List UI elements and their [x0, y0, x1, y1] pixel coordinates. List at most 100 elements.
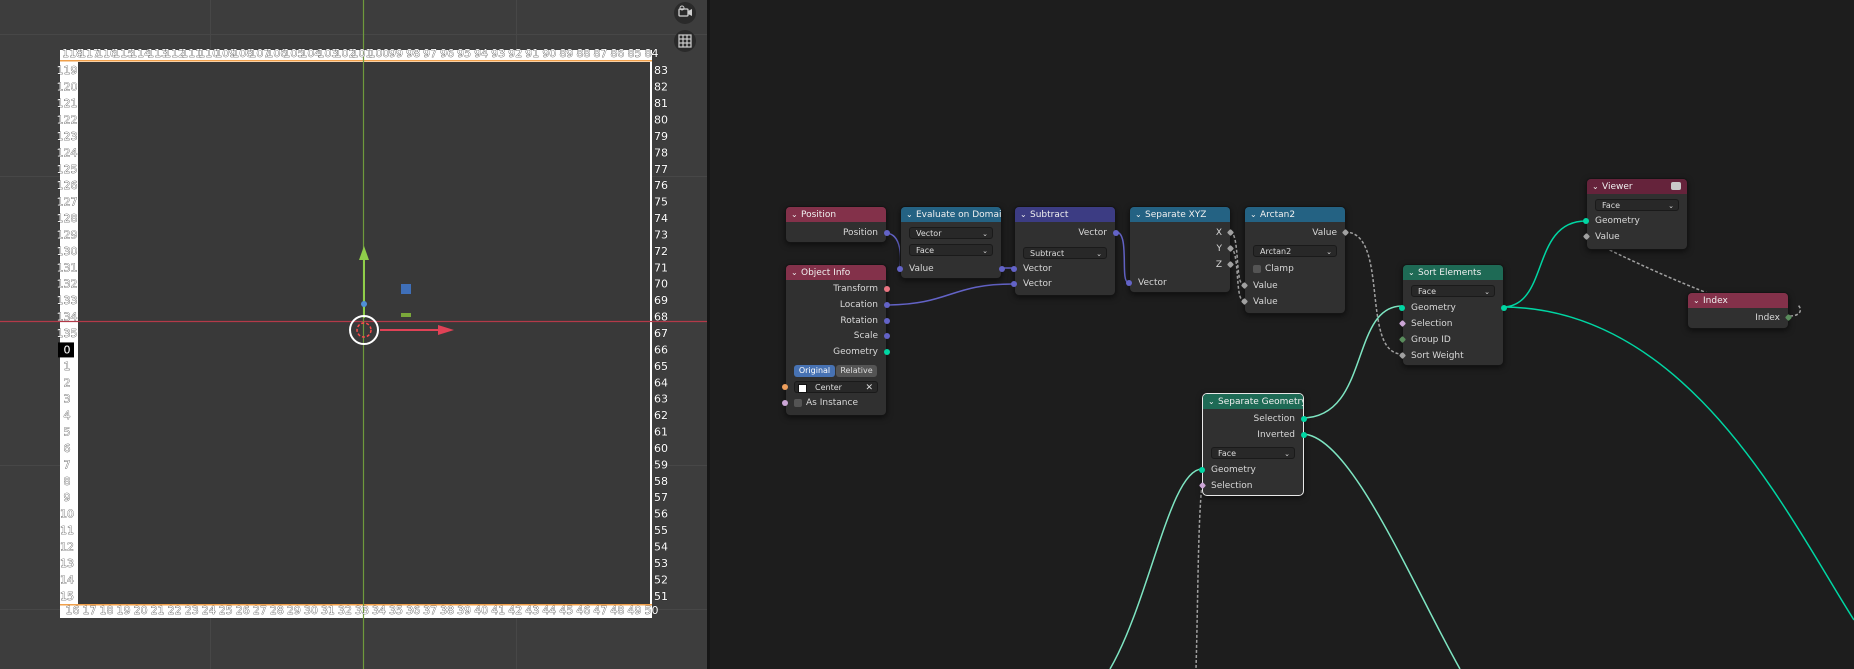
- relative-toggle[interactable]: Relative: [836, 365, 877, 377]
- domain-dropdown[interactable]: Face ⌄: [1411, 285, 1495, 297]
- edge-number-label: 38: [440, 604, 454, 617]
- math-operation-dropdown[interactable]: Arctan2 ⌄: [1253, 245, 1337, 257]
- node-sort-elements[interactable]: ⌄ Sort Elements Face ⌄ Geometry Selection …: [1398, 264, 1507, 366]
- data-type-dropdown[interactable]: Vector ⌄: [909, 227, 993, 239]
- camera-icon[interactable]: [674, 2, 696, 24]
- node-header[interactable]: ⌄ Sort Elements: [1403, 265, 1503, 280]
- node-object-info[interactable]: ⌄ Object Info Transform Location Rotation…: [782, 264, 890, 416]
- edge-number-label: 81: [654, 97, 668, 110]
- socket-label: Transform: [833, 284, 878, 294]
- node-arctan2[interactable]: ⌄ Arctan2 Value Arctan2 ⌄ Clamp Value Valu…: [1240, 206, 1350, 314]
- edge-number-label: 76: [654, 179, 668, 192]
- node-header[interactable]: ⌄ Subtract: [1015, 207, 1115, 222]
- edge-number-label: 128: [57, 212, 78, 225]
- collapse-chevron-icon[interactable]: ⌄: [1693, 293, 1703, 308]
- gizmo-xy-plane-handle[interactable]: [401, 284, 411, 294]
- socket-label: Geometry: [1211, 465, 1256, 475]
- node-header[interactable]: ⌄ Index: [1688, 293, 1788, 308]
- input-socket-as-instance[interactable]: [782, 400, 788, 406]
- node-subtract[interactable]: ⌄ Subtract Vector Subtract ⌄ Vector Vector: [1011, 206, 1119, 296]
- node-header[interactable]: ⌄ Position: [786, 207, 886, 222]
- input-socket-vector[interactable]: [1126, 280, 1132, 286]
- input-socket-geometry[interactable]: [1199, 467, 1205, 473]
- node-header[interactable]: ⌄ Object Info: [786, 265, 886, 280]
- collapse-chevron-icon[interactable]: ⌄: [1135, 207, 1145, 222]
- node-separate-geometry[interactable]: ⌄ Separate Geometry Selection Inverted Fa…: [1198, 393, 1307, 496]
- clamp-label: Clamp: [1265, 264, 1294, 274]
- collapse-chevron-icon[interactable]: ⌄: [791, 265, 801, 280]
- input-socket-vector-1[interactable]: [1011, 266, 1017, 272]
- output-socket-position[interactable]: [884, 230, 890, 236]
- node-index[interactable]: ⌄ Index Index: [1687, 292, 1793, 329]
- output-socket-geometry[interactable]: [884, 349, 890, 355]
- input-socket-object[interactable]: [782, 384, 788, 390]
- collapse-chevron-icon[interactable]: ⌄: [1592, 179, 1602, 194]
- output-socket-selection[interactable]: [1301, 416, 1307, 422]
- link-index-stub: [1789, 304, 1802, 317]
- output-socket-geometry[interactable]: [1501, 305, 1507, 311]
- edge-number-label: 45: [559, 604, 573, 617]
- collapse-chevron-icon[interactable]: ⌄: [906, 207, 916, 222]
- collapse-chevron-icon[interactable]: ⌄: [1408, 265, 1418, 280]
- operation-dropdown[interactable]: Subtract ⌄: [1023, 247, 1107, 259]
- socket-label: Selection: [1211, 481, 1253, 491]
- output-socket-value[interactable]: [999, 266, 1005, 272]
- collapse-chevron-icon[interactable]: ⌄: [1020, 207, 1030, 222]
- 3d-viewport[interactable]: 118 117 116 115 114 113 112 111 110 109 108 107 106 1…: [0, 0, 707, 669]
- output-socket-scale[interactable]: [884, 333, 890, 339]
- node-header[interactable]: ⌄ Separate Geometry: [1203, 394, 1303, 409]
- domain-dropdown[interactable]: Face ⌄: [909, 244, 993, 256]
- geometry-node-editor[interactable]: ⌄ Position Position ⌄ Evaluate on Domain V…: [710, 0, 1854, 669]
- collapse-chevron-icon[interactable]: ⌄: [1250, 207, 1260, 222]
- input-socket-geometry[interactable]: [1583, 218, 1589, 224]
- viewer-eye-icon[interactable]: [1671, 182, 1681, 190]
- node-header[interactable]: ⌄ Separate XYZ: [1130, 207, 1230, 222]
- clamp-checkbox[interactable]: [1253, 265, 1261, 273]
- node-header[interactable]: ⌄ Arctan2: [1245, 207, 1345, 222]
- close-icon[interactable]: ✕: [865, 382, 873, 394]
- gizmo-z-dot[interactable]: [361, 301, 367, 307]
- edge-number-label: 135: [57, 327, 78, 340]
- input-socket-value[interactable]: [897, 266, 903, 272]
- edge-number-label: 60: [654, 442, 668, 455]
- link-sort-out: [1501, 306, 1854, 621]
- socket-label: Z: [1215, 260, 1222, 270]
- output-socket-vector[interactable]: [1113, 230, 1119, 236]
- node-viewer[interactable]: ⌄ Viewer Face ⌄ Geometry Value: [1582, 178, 1688, 250]
- edge-number-label: 126: [57, 179, 78, 192]
- edge-number-label: 17: [83, 604, 97, 617]
- socket-label: Value: [1595, 232, 1620, 242]
- output-socket-location[interactable]: [884, 302, 890, 308]
- edge-number-label: 57: [654, 491, 668, 504]
- edge-number-label: 37: [423, 604, 437, 617]
- node-position[interactable]: ⌄ Position Position: [785, 206, 890, 243]
- grid-icon[interactable]: [674, 30, 696, 52]
- output-socket-rotation[interactable]: [884, 318, 890, 324]
- socket-label: Scale: [853, 331, 878, 341]
- domain-dropdown[interactable]: Face ⌄: [1595, 199, 1679, 211]
- socket-label: Vector: [1138, 278, 1167, 288]
- socket-label: Vector: [1023, 279, 1052, 289]
- as-instance-checkbox[interactable]: [794, 399, 802, 407]
- edge-number-label: 29: [287, 604, 301, 617]
- edge-number-label: 127: [57, 196, 78, 209]
- node-separate-xyz[interactable]: ⌄ Separate XYZ X Y Z Vector: [1126, 206, 1235, 293]
- node-header[interactable]: ⌄ Viewer: [1587, 179, 1687, 194]
- domain-dropdown[interactable]: Face ⌄: [1211, 447, 1295, 459]
- link-arctan-sortweight: [1344, 231, 1403, 355]
- input-socket-vector-2[interactable]: [1011, 281, 1017, 287]
- original-toggle[interactable]: Original: [794, 365, 835, 377]
- node-evaluate-on-domain[interactable]: ⌄ Evaluate on Domain Vector ⌄ Face ⌄ Value: [897, 206, 1005, 279]
- collapse-chevron-icon[interactable]: ⌄: [791, 207, 801, 222]
- node-header[interactable]: ⌄ Evaluate on Domain: [901, 207, 1001, 222]
- collapse-chevron-icon[interactable]: ⌄: [1208, 394, 1218, 409]
- edge-number-label: 26: [236, 604, 250, 617]
- edge-number-label: 18: [100, 604, 114, 617]
- edge-number-label: 97: [423, 47, 437, 60]
- input-socket-geometry[interactable]: [1399, 305, 1405, 311]
- gizmo-xz-plane-handle[interactable]: [401, 313, 411, 317]
- output-socket-transform[interactable]: [884, 286, 890, 292]
- edge-number-label: 56: [654, 508, 668, 521]
- object-field[interactable]: Center ✕: [794, 381, 878, 393]
- output-socket-inverted[interactable]: [1301, 432, 1307, 438]
